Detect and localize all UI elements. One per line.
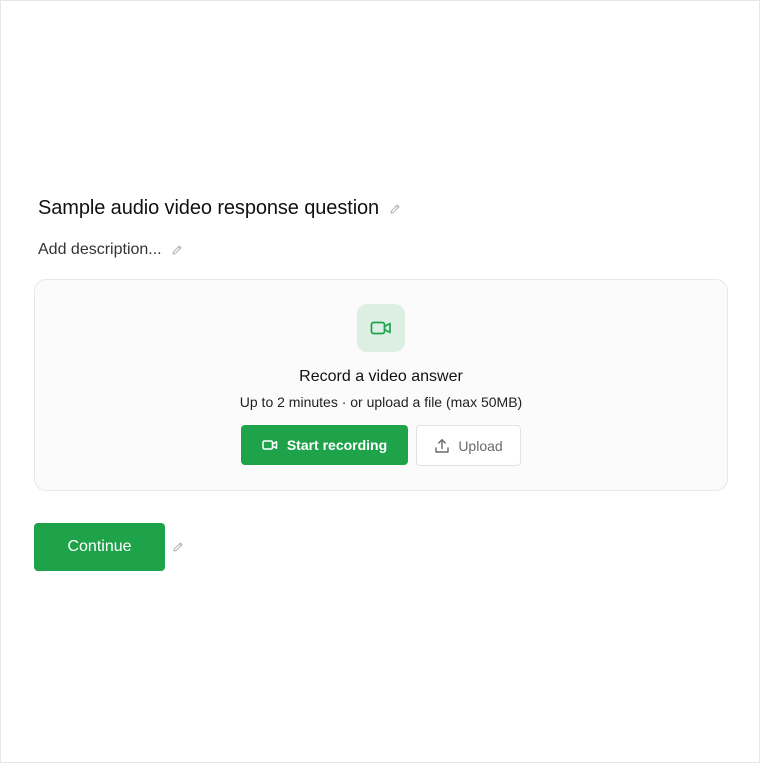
upload-button[interactable]: Upload <box>416 425 521 466</box>
edit-continue-pencil-icon[interactable] <box>172 541 184 553</box>
video-camera-icon <box>357 304 405 352</box>
question-title: Sample audio video response question <box>38 197 401 220</box>
question-title-text: Sample audio video response question <box>38 197 380 219</box>
upload-icon <box>434 438 450 454</box>
edit-description-pencil-icon[interactable] <box>171 244 183 256</box>
description-text[interactable]: Add description... <box>38 241 162 259</box>
card-heading: Record a video answer <box>299 368 463 385</box>
upload-label: Upload <box>458 437 503 454</box>
video-camera-small-icon <box>262 439 278 451</box>
start-recording-label: Start recording <box>286 437 388 453</box>
continue-button[interactable]: Continue <box>34 523 165 571</box>
start-recording-button[interactable]: Start recording <box>241 425 408 465</box>
question-description: Add description... <box>38 241 183 259</box>
edit-title-pencil-icon[interactable] <box>389 203 401 215</box>
card-subtext: Up to 2 minutes · or upload a file (max … <box>239 394 523 410</box>
video-answer-card: Record a video answer Up to 2 minutes · … <box>34 279 728 491</box>
page-frame: Sample audio video response question Add… <box>0 0 760 763</box>
